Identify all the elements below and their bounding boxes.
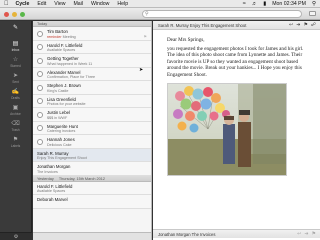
attachment-icon[interactable]: ☍ bbox=[311, 22, 316, 28]
sidebar-item-compose[interactable]: ✎ bbox=[0, 21, 31, 37]
gear-icon: ⚙ bbox=[13, 233, 19, 240]
sent-icon: ➤ bbox=[12, 73, 19, 79]
volume-icon[interactable]: ♬ bbox=[252, 1, 258, 7]
sidebar-item-label: Trash bbox=[11, 127, 20, 132]
close-window-icon[interactable] bbox=[4, 11, 9, 17]
sidebar-item-trash[interactable]: ⌫ Trash bbox=[0, 117, 31, 133]
trash-icon: ⌫ bbox=[11, 121, 20, 127]
sidebar-item-starred[interactable]: ☆ Starred bbox=[0, 53, 31, 69]
engagement-photo-image bbox=[168, 83, 286, 175]
tag-icon[interactable]: ⚑ bbox=[312, 231, 316, 237]
menu-edit[interactable]: Edit bbox=[37, 1, 46, 7]
message-header[interactable]: Sarah R. Murray Enjoy This Engagement Sh… bbox=[153, 21, 320, 30]
list-item[interactable]: Getting Together What happened in Week 1… bbox=[33, 54, 151, 68]
message-subject: Sarah R. Murray Enjoy This Engagement Sh… bbox=[158, 22, 247, 28]
read-toggle-icon[interactable] bbox=[37, 30, 43, 37]
menu-mail[interactable]: Mail bbox=[73, 1, 83, 7]
sidebar-item-label: Starred bbox=[10, 63, 21, 68]
sidebar-item-label: Drafts bbox=[11, 95, 20, 100]
read-toggle-icon[interactable] bbox=[37, 84, 43, 91]
read-toggle-icon[interactable] bbox=[37, 111, 43, 118]
apple-menu-icon[interactable]:  bbox=[4, 1, 9, 7]
menu-app-name[interactable]: Cycle bbox=[16, 1, 30, 7]
read-toggle-icon[interactable] bbox=[37, 98, 43, 104]
sidebar-item-label: Archive bbox=[10, 111, 21, 116]
archive-icon: ▣ bbox=[12, 105, 19, 111]
spotlight-icon[interactable]: ⚲ bbox=[312, 1, 316, 7]
menu-bar:  Cycle Edit View Mail Window Help ≈ ♬ ▮… bbox=[0, 0, 320, 8]
sidebar-item-label: Labels bbox=[10, 143, 21, 148]
sidebar-item-labels[interactable]: ⚑ Labels bbox=[0, 133, 31, 149]
read-toggle-icon[interactable] bbox=[37, 71, 43, 77]
minimize-window-icon[interactable] bbox=[12, 11, 17, 17]
compose-icon: ✎ bbox=[12, 25, 19, 31]
menu-view[interactable]: View bbox=[54, 1, 65, 7]
list-item[interactable]: Alexander Marvel Confirmation, Place for… bbox=[33, 67, 151, 81]
message-text: you requested the engagement photos I to… bbox=[167, 45, 304, 78]
message-list: Today Tim Barton reminder Meeting ⚑ Haro… bbox=[33, 21, 152, 240]
sidebar-item-sent[interactable]: ➤ Sent bbox=[0, 69, 31, 85]
read-toggle-icon[interactable] bbox=[37, 57, 43, 64]
menu-window[interactable]: Window bbox=[91, 1, 109, 7]
star-icon: ☆ bbox=[12, 57, 19, 63]
list-item[interactable]: Lisa Greenfield Photos for your website bbox=[33, 94, 151, 108]
mouse-cursor-icon: ➤ bbox=[139, 67, 144, 73]
sidebar-item-inbox[interactable]: ▤ Inbox bbox=[0, 37, 31, 53]
menu-clock[interactable]: Mon 02:34 PM bbox=[272, 1, 306, 7]
list-item[interactable]: Hannah Jones Delicious Cake bbox=[33, 135, 151, 149]
sidebar-item-drafts[interactable]: ✍ Drafts bbox=[0, 85, 31, 101]
list-item[interactable]: Harold F. Littlefield Available Spaces bbox=[33, 40, 151, 54]
reading-pane: Sarah R. Murray Enjoy This Engagement Sh… bbox=[153, 21, 320, 240]
list-item[interactable]: Stephen J. Brown King's Castle bbox=[33, 81, 151, 95]
search-input[interactable] bbox=[148, 11, 289, 17]
list-item[interactable]: Marguerite Hunt Catering invoices bbox=[33, 121, 151, 135]
list-item[interactable]: Harold F. Littlefield Available Spaces bbox=[33, 181, 151, 195]
menu-help[interactable]: Help bbox=[117, 1, 128, 7]
sidebar: ✎ ▤ Inbox ☆ Starred ➤ Sent ✍ Drafts ▣ Ar… bbox=[0, 21, 32, 240]
next-message-header[interactable]: Jonathan Morgan The Invoices ↩ ➜ ⚑ bbox=[153, 229, 320, 238]
reply-icon[interactable]: ↩ bbox=[289, 22, 293, 28]
fullscreen-button[interactable] bbox=[309, 11, 316, 16]
sidebar-item-archive[interactable]: ▣ Archive bbox=[0, 101, 31, 117]
settings-button[interactable]: ⚙ bbox=[0, 232, 32, 240]
sidebar-item-label: Sent bbox=[12, 79, 19, 84]
read-toggle-icon[interactable] bbox=[37, 138, 43, 145]
attached-photo[interactable] bbox=[167, 82, 287, 176]
read-toggle-icon[interactable] bbox=[37, 125, 43, 131]
read-toggle-icon[interactable] bbox=[37, 44, 43, 50]
zoom-window-icon[interactable] bbox=[20, 11, 25, 17]
next-message-subject: Jonathan Morgan The Invoices bbox=[158, 231, 216, 237]
list-item[interactable]: Justin Lebel $$$ in WWF bbox=[33, 108, 151, 122]
battery-icon[interactable]: ▮ bbox=[263, 1, 266, 7]
forward-icon[interactable]: ➜ bbox=[304, 231, 308, 237]
reply-icon[interactable]: ↩ bbox=[297, 231, 301, 237]
search-field[interactable]: ⚲ bbox=[142, 10, 302, 18]
sidebar-item-label: Inbox bbox=[11, 47, 20, 52]
list-footer bbox=[33, 232, 151, 240]
message-greeting: Dear Mrs Springs, bbox=[167, 37, 205, 43]
list-item[interactable]: Deborah Marvel bbox=[33, 195, 151, 209]
drafts-icon: ✍ bbox=[11, 89, 20, 95]
list-item[interactable]: Tim Barton reminder Meeting ⚑ bbox=[33, 27, 151, 41]
inbox-tray-icon: ▤ bbox=[12, 41, 19, 47]
wifi-icon[interactable]: ≈ bbox=[243, 1, 246, 7]
list-item[interactable]: Jonathan Morgan The Invoices bbox=[33, 162, 151, 176]
list-item-selected[interactable]: Sarah R. Murray Enjoy This Engagement Sh… bbox=[33, 148, 151, 162]
message-body: Dear Mrs Springs, you requested the enga… bbox=[153, 31, 320, 221]
forward-icon[interactable]: ➜ bbox=[296, 22, 300, 28]
label-icon: ⚑ bbox=[12, 137, 19, 143]
tag-icon[interactable]: ⚑ bbox=[303, 22, 307, 28]
flag-icon[interactable]: ⚑ bbox=[143, 34, 147, 39]
